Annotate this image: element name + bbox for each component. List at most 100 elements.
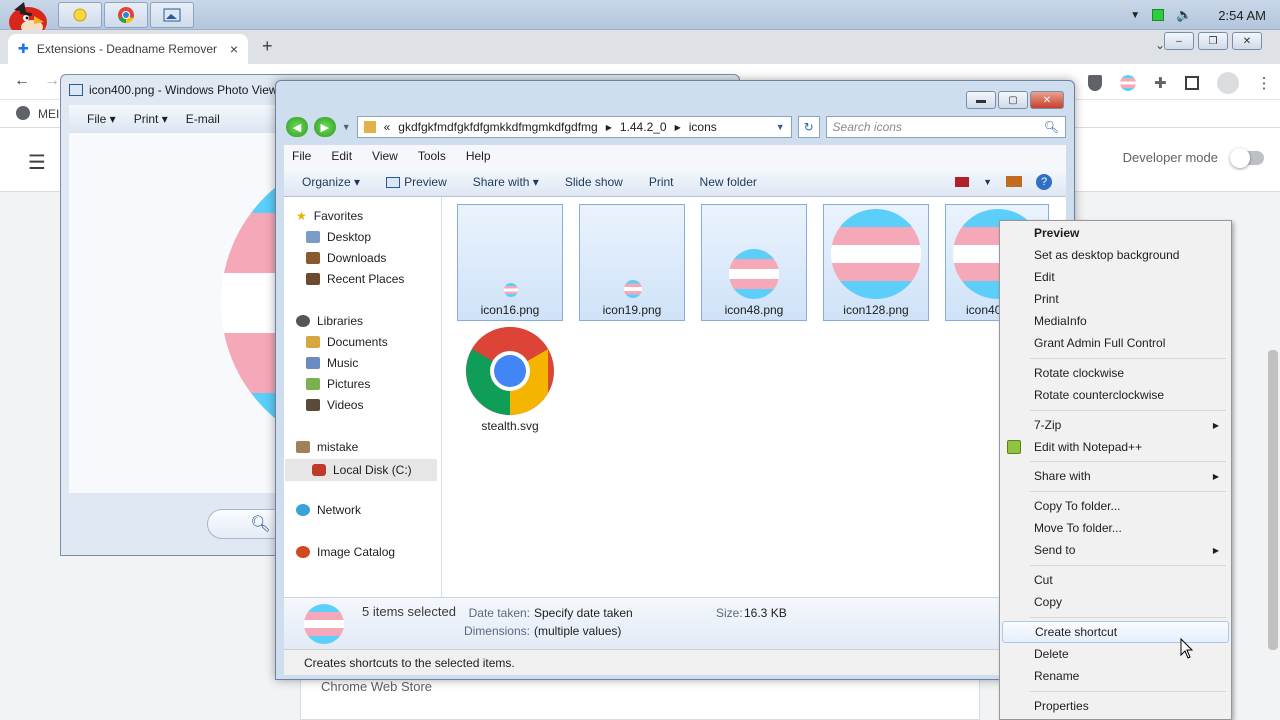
refresh-button[interactable]: ↻ bbox=[797, 116, 820, 138]
back-arrow-icon[interactable]: ← bbox=[14, 72, 30, 90]
minimize-button[interactable]: ▬ bbox=[966, 91, 996, 109]
ctx-cut[interactable]: Cut bbox=[1002, 569, 1229, 591]
preview-button[interactable]: Preview bbox=[386, 175, 447, 189]
breadcrumb-version[interactable]: 1.44.2_0 bbox=[620, 120, 667, 134]
nav-documents[interactable]: Documents bbox=[306, 335, 388, 349]
file-tile[interactable]: icon16.png bbox=[457, 204, 563, 321]
back-button[interactable]: ◀ bbox=[286, 117, 308, 137]
ctx-set-desktop-background[interactable]: Set as desktop background bbox=[1002, 244, 1229, 266]
date-taken-value[interactable]: Specify date taken bbox=[534, 606, 633, 620]
side-panel-icon[interactable] bbox=[1184, 76, 1199, 90]
menu-file[interactable]: File bbox=[292, 149, 311, 163]
maximize-button[interactable]: ❐ bbox=[1198, 32, 1228, 50]
breadcrumb-separator-icon[interactable]: ▶ bbox=[675, 123, 681, 132]
nav-music[interactable]: Music bbox=[306, 356, 358, 370]
address-dropdown-icon[interactable]: ▼ bbox=[776, 122, 785, 132]
volume-icon[interactable]: 🔈 bbox=[1176, 7, 1192, 23]
clock[interactable]: 2:54 AM bbox=[1218, 8, 1266, 23]
preview-pane-icon[interactable] bbox=[1006, 176, 1022, 187]
print-button[interactable]: Print bbox=[649, 175, 674, 189]
address-bar[interactable]: « gkdfgkfmdfgkfdfgmkkdfmgmkdfgdfmg ▶ 1.4… bbox=[356, 116, 792, 138]
tray-expand-icon[interactable]: ▼ bbox=[1130, 10, 1140, 21]
menu-tools[interactable]: Tools bbox=[418, 149, 446, 163]
chevron-down-icon[interactable]: ▼ bbox=[983, 177, 992, 187]
ctx-preview[interactable]: Preview bbox=[1002, 222, 1229, 244]
forward-arrow-icon[interactable]: → bbox=[44, 72, 60, 90]
pv-menu-file[interactable]: File ▾ bbox=[87, 112, 116, 126]
close-button[interactable]: ✕ bbox=[1232, 32, 1262, 50]
shield-icon[interactable] bbox=[1088, 75, 1102, 91]
nav-downloads[interactable]: Downloads bbox=[306, 251, 386, 265]
ctx-move-to-folder[interactable]: Move To folder... bbox=[1002, 517, 1229, 539]
ctx-rotate-clockwise[interactable]: Rotate clockwise bbox=[1002, 362, 1229, 384]
nav-libraries[interactable]: Libraries bbox=[296, 314, 363, 328]
help-icon[interactable]: ? bbox=[1036, 173, 1052, 190]
file-tile[interactable]: icon48.png bbox=[701, 204, 807, 321]
search-input[interactable]: Search icons bbox=[833, 120, 902, 134]
ctx-copy-to-folder[interactable]: Copy To folder... bbox=[1002, 495, 1229, 517]
ctx-copy[interactable]: Copy bbox=[1002, 591, 1229, 613]
nav-pictures[interactable]: Pictures bbox=[306, 377, 370, 391]
nav-recent-places[interactable]: Recent Places bbox=[306, 272, 404, 286]
ctx-7zip[interactable]: 7-Zip ▶ bbox=[1002, 414, 1229, 436]
breadcrumb-overflow[interactable]: « bbox=[384, 120, 391, 134]
search-icon[interactable]: 🔍︎ bbox=[1044, 120, 1059, 134]
new-folder-button[interactable]: New folder bbox=[700, 175, 757, 189]
bookmark-item[interactable]: MEI bbox=[38, 107, 59, 121]
recent-pages-dropdown-icon[interactable]: ▼ bbox=[342, 122, 351, 132]
ctx-edit[interactable]: Edit bbox=[1002, 266, 1229, 288]
new-tab-button[interactable]: + bbox=[262, 36, 273, 57]
forward-button[interactable]: ▶ bbox=[313, 117, 336, 137]
menu-edit[interactable]: Edit bbox=[331, 149, 352, 163]
ctx-send-to[interactable]: Send to ▶ bbox=[1002, 539, 1229, 561]
nav-desktop[interactable]: Desktop bbox=[306, 230, 371, 244]
taskbar-button-weather[interactable] bbox=[58, 2, 102, 28]
page-scrollbar[interactable] bbox=[1268, 350, 1278, 650]
breadcrumb-separator-icon[interactable]: ▶ bbox=[606, 123, 612, 132]
breadcrumb-icons[interactable]: icons bbox=[689, 120, 717, 134]
network-status-icon[interactable] bbox=[1152, 9, 1165, 21]
chrome-tab-extensions[interactable]: ✚ Extensions - Deadname Remover × bbox=[8, 34, 248, 64]
file-tile[interactable]: icon128.png bbox=[823, 204, 929, 321]
breadcrumb-extension-id[interactable]: gkdfgkfmdfgkfdfgmkkdfmgmkdfgdfmg bbox=[398, 120, 597, 134]
ctx-rotate-counterclockwise[interactable]: Rotate counterclockwise bbox=[1002, 384, 1229, 406]
nav-network[interactable]: Network bbox=[296, 503, 361, 517]
nav-computer[interactable]: mistake bbox=[296, 440, 358, 454]
nav-favorites[interactable]: ★ Favorites bbox=[296, 209, 363, 223]
taskbar-button-photo-viewer[interactable] bbox=[150, 2, 194, 28]
chrome-web-store-link[interactable]: Chrome Web Store bbox=[321, 679, 432, 694]
nav-image-catalog[interactable]: Image Catalog bbox=[296, 545, 395, 559]
nav-videos[interactable]: Videos bbox=[306, 398, 363, 412]
developer-mode-toggle[interactable] bbox=[1230, 147, 1264, 168]
nav-local-disk[interactable]: Local Disk (C:) bbox=[285, 459, 437, 481]
hamburger-menu-icon[interactable]: ☰ bbox=[28, 150, 46, 175]
organize-button[interactable]: Organize ▾ bbox=[302, 175, 360, 189]
ctx-delete[interactable]: Delete bbox=[1002, 643, 1229, 665]
ctx-create-shortcut[interactable]: Create shortcut bbox=[1002, 621, 1229, 643]
close-tab-icon[interactable]: × bbox=[230, 41, 238, 57]
trans-flag-extension-icon[interactable] bbox=[1120, 75, 1136, 91]
extensions-puzzle-icon[interactable]: ✚ bbox=[1154, 74, 1167, 92]
search-box[interactable]: Search icons 🔍︎ bbox=[825, 116, 1066, 138]
pv-menu-print[interactable]: Print ▾ bbox=[134, 112, 168, 126]
view-options-icon[interactable] bbox=[955, 176, 970, 187]
file-tile[interactable]: stealth.svg bbox=[457, 325, 563, 437]
ctx-print[interactable]: Print bbox=[1002, 288, 1229, 310]
taskbar-button-chrome[interactable] bbox=[104, 2, 148, 28]
menu-help[interactable]: Help bbox=[466, 149, 491, 163]
ctx-mediainfo[interactable]: MediaInfo bbox=[1002, 310, 1229, 332]
pv-menu-email[interactable]: E-mail bbox=[186, 112, 220, 126]
menu-view[interactable]: View bbox=[372, 149, 398, 163]
ctx-properties[interactable]: Properties bbox=[1002, 695, 1229, 717]
minimize-button[interactable]: – bbox=[1164, 32, 1194, 50]
ctx-edit-notepadpp[interactable]: Edit with Notepad++ bbox=[1002, 436, 1229, 458]
maximize-button[interactable]: ▢ bbox=[998, 91, 1028, 109]
ctx-rename[interactable]: Rename bbox=[1002, 665, 1229, 687]
file-tile[interactable]: icon19.png bbox=[579, 204, 685, 321]
share-with-button[interactable]: Share with ▾ bbox=[473, 175, 539, 189]
profile-avatar[interactable] bbox=[1216, 72, 1239, 94]
close-button[interactable]: ✕ bbox=[1030, 91, 1064, 109]
chrome-menu-icon[interactable]: ⋮ bbox=[1257, 74, 1272, 92]
slide-show-button[interactable]: Slide show bbox=[565, 175, 623, 189]
ctx-grant-admin[interactable]: Grant Admin Full Control bbox=[1002, 332, 1229, 354]
